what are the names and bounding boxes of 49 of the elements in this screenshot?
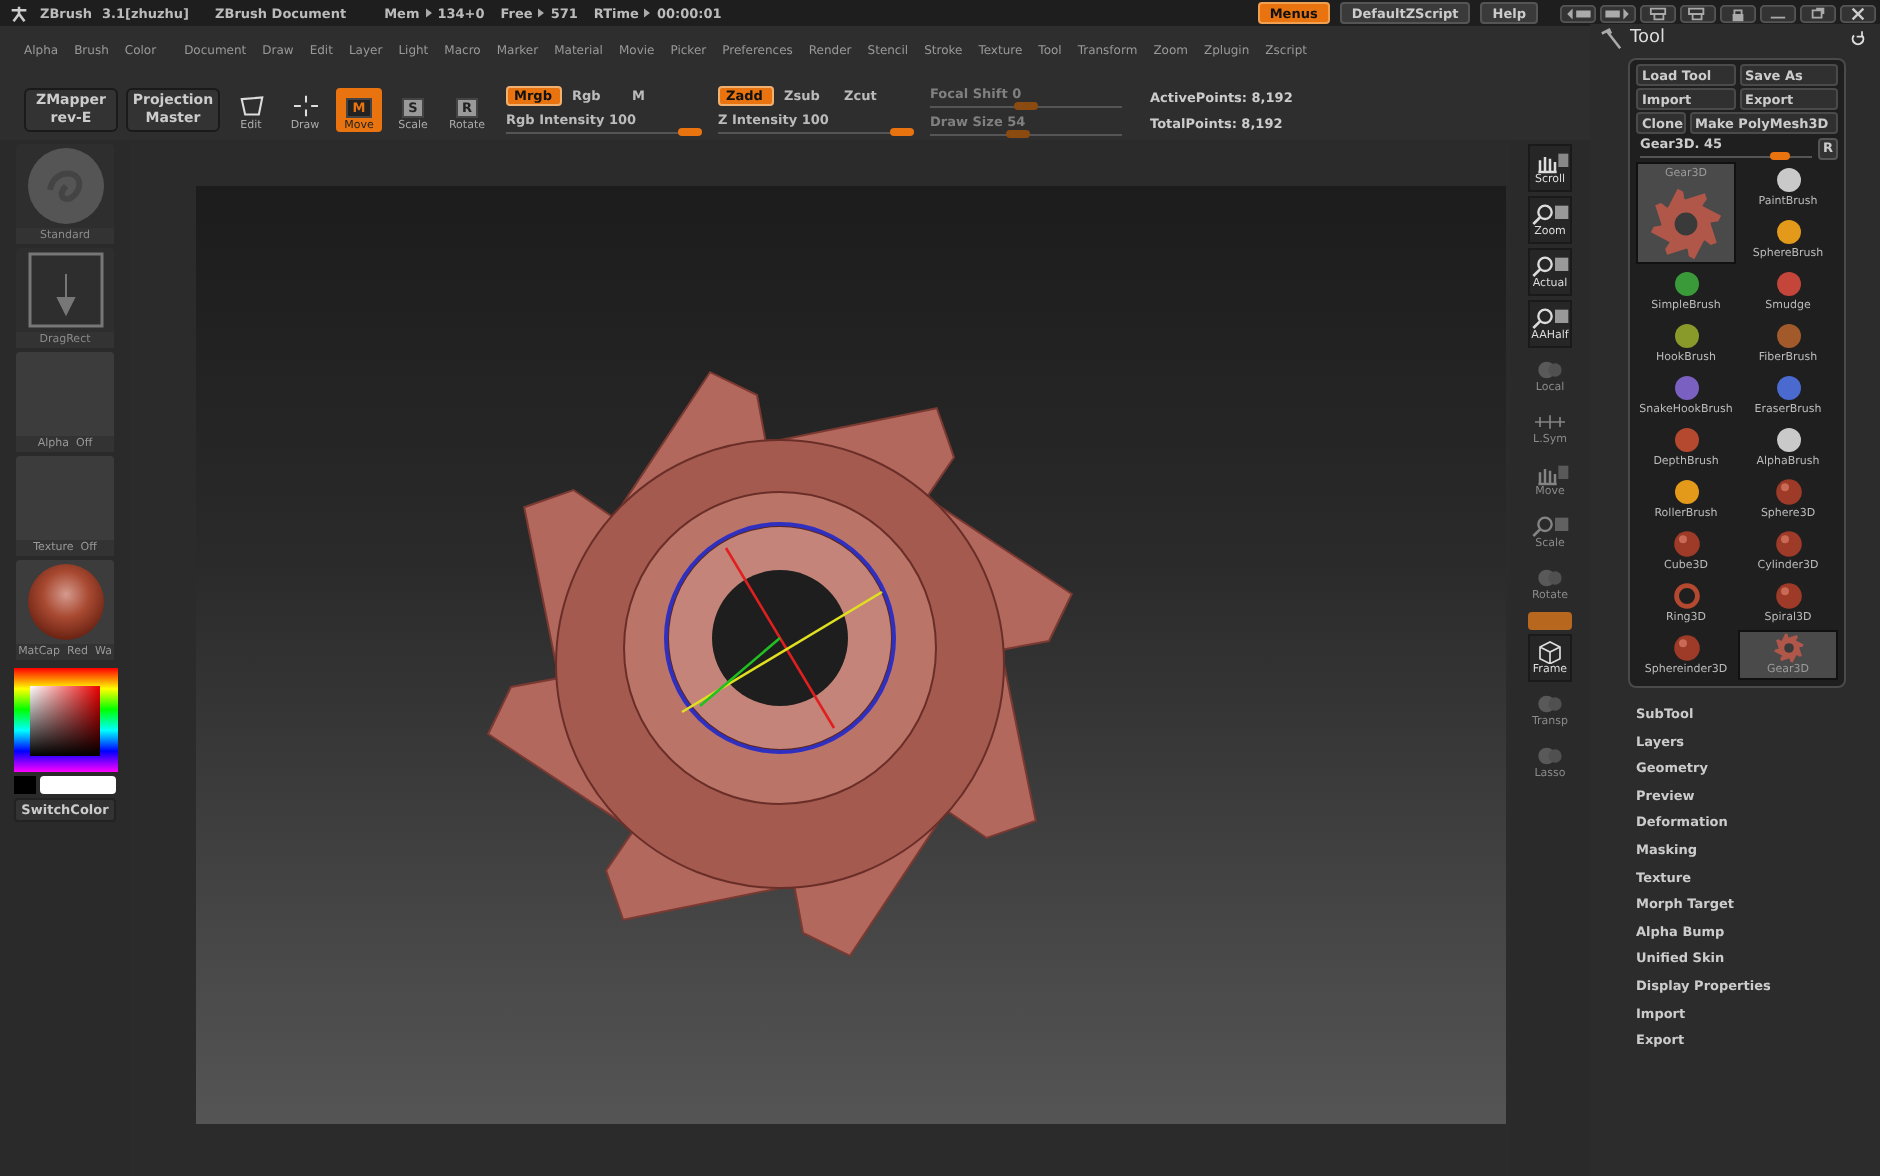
ball-icon xyxy=(1771,216,1805,248)
ball-icon xyxy=(1771,424,1805,456)
ball-icon xyxy=(1669,320,1703,352)
close-icon[interactable] xyxy=(1840,3,1876,23)
primary-color-swatch[interactable] xyxy=(40,776,116,794)
hammer-icon xyxy=(1600,27,1622,49)
gear-icon xyxy=(1646,186,1726,262)
ball-icon xyxy=(1771,268,1805,300)
material-sphere-icon xyxy=(25,562,105,642)
frame-outline-icon xyxy=(237,94,265,118)
triangle-icon xyxy=(538,8,545,18)
layout-icon[interactable] xyxy=(1680,3,1716,23)
ball-icon xyxy=(1771,164,1805,196)
triangle-icon xyxy=(644,8,651,18)
magnifier-icon xyxy=(1530,306,1570,330)
zbrush-logo-icon xyxy=(8,3,30,23)
axis-line-icon xyxy=(1530,410,1570,434)
minimize-icon[interactable] xyxy=(1760,3,1796,23)
color-picker[interactable] xyxy=(13,668,117,772)
brush-sphere-icon xyxy=(25,146,105,226)
ball-icon xyxy=(1669,372,1703,404)
magnifier-icon xyxy=(1530,202,1570,226)
gear-icon xyxy=(1771,632,1805,664)
drag-rect-icon xyxy=(25,250,105,330)
ball-icon xyxy=(1669,268,1703,300)
toggle-button[interactable] xyxy=(1528,612,1572,630)
layout-icon[interactable] xyxy=(1640,3,1676,23)
ball-icon xyxy=(1669,476,1703,508)
arrow-right-icon[interactable] xyxy=(1600,3,1636,23)
secondary-color-swatch[interactable] xyxy=(14,776,36,794)
arrow-left-icon[interactable] xyxy=(1560,3,1596,23)
sphere-icon xyxy=(1771,476,1805,508)
magnifier-icon xyxy=(1530,514,1570,538)
restore-icon[interactable] xyxy=(1800,3,1836,23)
sphere-icon xyxy=(1669,632,1703,664)
ball-icon xyxy=(1771,372,1805,404)
sphere-icon xyxy=(1771,528,1805,560)
ring-icon xyxy=(1669,580,1703,612)
sphere-icon xyxy=(1669,528,1703,560)
document-canvas[interactable] xyxy=(196,186,1506,1124)
crosshair-icon xyxy=(291,94,319,118)
sphere-icon xyxy=(1771,580,1805,612)
triangle-icon xyxy=(425,8,432,18)
ball-icon xyxy=(1669,424,1703,456)
ball-icon xyxy=(1771,320,1805,352)
refresh-icon[interactable] xyxy=(1850,30,1866,46)
magnifier-icon xyxy=(1530,254,1570,278)
lock-icon[interactable] xyxy=(1720,3,1756,23)
palette-title: Tool xyxy=(1630,28,1665,48)
